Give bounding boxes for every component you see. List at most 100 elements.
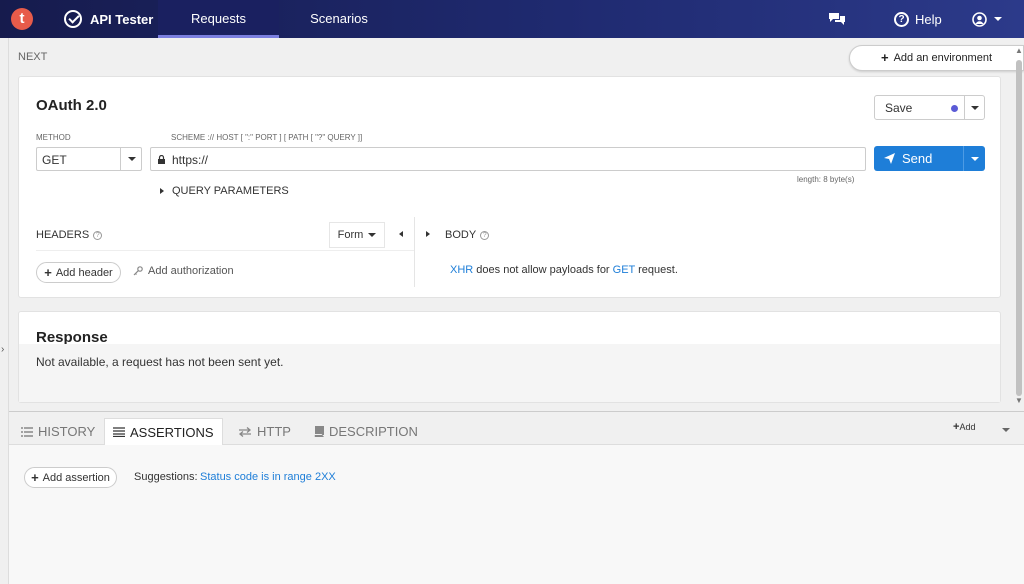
- query-parameters-toggle[interactable]: QUERY PARAMETERS: [160, 185, 289, 197]
- scroll-thumb[interactable]: [1016, 60, 1022, 396]
- body-message: XHR does not allow payloads for GET requ…: [450, 264, 678, 276]
- headers-label: HEADERS: [36, 229, 90, 241]
- get-link[interactable]: GET: [613, 264, 635, 276]
- query-parameters-label: QUERY PARAMETERS: [172, 185, 289, 197]
- assertions-icon: [113, 427, 125, 437]
- tab-description[interactable]: DESCRIPTION: [305, 418, 426, 445]
- help-icon[interactable]: ?: [480, 230, 490, 240]
- tab-history-label: HISTORY: [38, 424, 96, 439]
- scroll-down-icon[interactable]: ▼: [1015, 396, 1023, 405]
- tab-requests[interactable]: Requests: [158, 0, 279, 38]
- url-length-info: length: 8 byte(s): [797, 175, 855, 184]
- request-title[interactable]: OAuth 2.0: [36, 97, 107, 114]
- save-dropdown[interactable]: [964, 96, 985, 119]
- tab-http-label: HTTP: [257, 424, 291, 439]
- tab-assertions-label: ASSERTIONS: [130, 424, 214, 440]
- method-value: GET: [42, 153, 67, 167]
- add-button[interactable]: +Add: [953, 422, 976, 433]
- paper-plane-icon: [884, 153, 895, 164]
- user-menu[interactable]: [972, 0, 1002, 38]
- plus-icon: +: [31, 469, 39, 485]
- chevron-down-icon: [1002, 428, 1010, 432]
- add-environment-label: Add an environment: [893, 52, 993, 64]
- collapse-panel-button[interactable]: [997, 420, 1015, 438]
- help-icon: ?: [894, 11, 909, 27]
- plus-icon: +: [880, 50, 889, 65]
- tab-scenarios[interactable]: Scenarios: [279, 0, 399, 38]
- app-title-label: API Tester: [90, 11, 154, 27]
- request-card: OAuth 2.0 Save METHOD SCHEME :// HOST [ …: [18, 76, 1001, 298]
- add-header-label: Add header: [55, 266, 113, 279]
- user-icon: [972, 11, 987, 27]
- chevron-down-icon: [971, 105, 979, 110]
- send-label: Send: [902, 151, 933, 166]
- method-select[interactable]: GET: [36, 147, 142, 171]
- url-input[interactable]: https://: [150, 147, 866, 171]
- add-assertion-label: Add assertion: [42, 471, 110, 484]
- workspace-label: NEXT: [18, 51, 48, 63]
- chevron-down-icon: [994, 17, 1002, 21]
- top-navigation-bar: t API Tester Requests Scenarios ? Help: [0, 0, 1024, 38]
- key-icon: [133, 266, 143, 276]
- add-authorization-button[interactable]: Add authorization: [133, 265, 234, 277]
- add-authorization-label: Add authorization: [148, 265, 234, 277]
- help-icon[interactable]: ?: [93, 230, 103, 240]
- divider: [36, 250, 414, 251]
- chevron-down-icon: [127, 157, 136, 161]
- add-label: Add: [959, 422, 976, 432]
- bottom-tabs: HISTORY ASSERTIONS HTTP DESCRIPTION +Add: [9, 412, 1024, 445]
- scrollbar[interactable]: ▲ ▼: [1014, 44, 1024, 408]
- form-dropdown[interactable]: Form: [329, 222, 385, 248]
- suggestions-label: Suggestions:: [134, 471, 198, 483]
- method-dropdown[interactable]: [120, 148, 142, 170]
- body-label: BODY: [445, 229, 477, 241]
- add-environment-button[interactable]: + Add an environment: [849, 45, 1024, 71]
- save-label: Save: [885, 101, 913, 115]
- tab-assertions[interactable]: ASSERTIONS: [104, 418, 223, 445]
- response-card: Response Not available, a request has no…: [18, 311, 1001, 403]
- tab-http[interactable]: HTTP: [230, 418, 299, 445]
- list-icon: [21, 426, 33, 437]
- method-label: METHOD: [36, 133, 71, 142]
- divider: [414, 217, 415, 287]
- check-circle-icon: [64, 10, 82, 28]
- chevron-down-icon: [368, 233, 377, 237]
- body-message-text-end: request.: [635, 264, 678, 276]
- chevron-right-icon[interactable]: ›: [1, 344, 4, 355]
- suggestion-link[interactable]: Status code is in range 2XX: [200, 471, 336, 483]
- url-label: SCHEME :// HOST [ ":" PORT ] [ PATH [ "?…: [171, 133, 363, 142]
- help-button[interactable]: ? Help: [894, 0, 942, 38]
- tab-description-label: DESCRIPTION: [329, 424, 418, 439]
- lock-icon: [158, 155, 165, 164]
- plus-icon: +: [44, 264, 52, 280]
- body-heading: BODY ?: [445, 229, 490, 241]
- book-icon: [314, 426, 324, 437]
- body-message-text: does not allow payloads for: [473, 264, 613, 276]
- add-header-button[interactable]: + Add header: [36, 262, 121, 283]
- add-assertion-button[interactable]: + Add assertion: [24, 467, 117, 488]
- response-body: Not available, a request has not been se…: [19, 344, 1000, 402]
- app-logo[interactable]: t: [11, 8, 33, 30]
- scroll-up-icon[interactable]: ▲: [1015, 46, 1023, 55]
- send-label-group: Send: [884, 146, 932, 171]
- expand-right-icon[interactable]: [426, 231, 430, 237]
- bottom-panel: HISTORY ASSERTIONS HTTP DESCRIPTION +Add: [9, 411, 1024, 584]
- xhr-link[interactable]: XHR: [450, 264, 473, 276]
- headers-heading: HEADERS ?: [36, 229, 103, 241]
- sidebar-collapsed[interactable]: ›: [0, 38, 9, 584]
- help-label: Help: [915, 11, 942, 27]
- caret-right-icon: [160, 188, 164, 194]
- tab-history[interactable]: HISTORY: [13, 418, 103, 445]
- app-title[interactable]: API Tester: [56, 0, 158, 38]
- send-dropdown[interactable]: [963, 146, 985, 171]
- save-button[interactable]: Save: [874, 95, 985, 120]
- chat-icon[interactable]: [828, 11, 846, 27]
- collapse-left-icon[interactable]: [399, 231, 403, 237]
- chevron-down-icon: [970, 156, 979, 161]
- unsaved-dot-icon: [951, 105, 958, 112]
- form-label: Form: [337, 229, 364, 241]
- send-button[interactable]: Send: [874, 146, 985, 171]
- exchange-icon: [238, 426, 252, 437]
- url-value: https://: [172, 153, 209, 167]
- response-message: Not available, a request has not been se…: [36, 355, 284, 369]
